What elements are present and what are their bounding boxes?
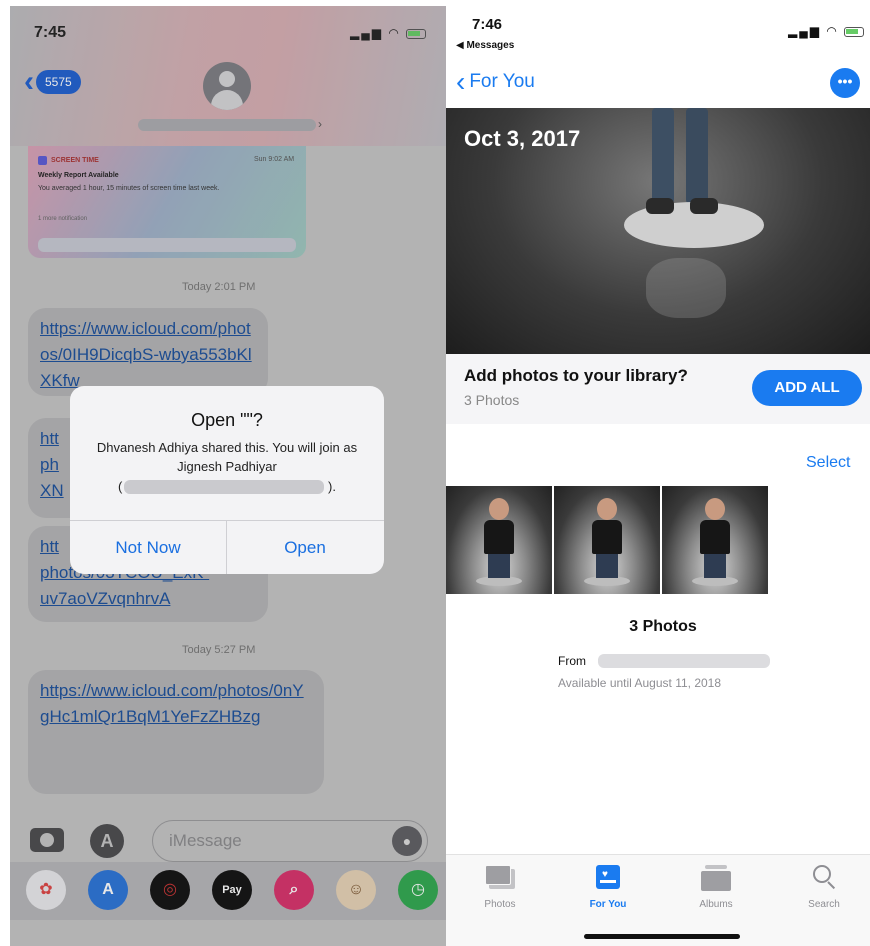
figure-head: [489, 498, 509, 520]
return-to-messages[interactable]: ◀ Messages: [456, 40, 514, 51]
photo-count: 3 Photos: [629, 618, 697, 635]
status-time: 7:46: [472, 16, 503, 33]
figure-body: [484, 520, 514, 554]
figure-shoe: [646, 198, 674, 214]
tab-label: Albums: [699, 899, 733, 910]
alert-email-redacted: [124, 480, 324, 494]
add-to-library-bar: Add photos to your library? 3 Photos ADD…: [446, 354, 870, 424]
open-button[interactable]: Open: [227, 521, 383, 574]
figure-shoe: [690, 198, 718, 214]
alert-message: Dhvanesh Adhiya shared this. You will jo…: [96, 440, 358, 474]
from-label: From: [558, 654, 586, 668]
search-icon: [809, 865, 839, 891]
for-you-back-button[interactable]: ‹ For You: [456, 68, 535, 96]
shared-album-cover[interactable]: Oct 3, 2017: [446, 108, 870, 354]
add-title: Add photos to your library?: [464, 366, 688, 385]
figure-head: [597, 498, 617, 520]
tab-label: For You: [589, 899, 627, 910]
photo-thumbnail[interactable]: [446, 486, 552, 594]
figure-legs: [596, 552, 618, 578]
select-button[interactable]: Select: [806, 454, 850, 472]
photo-grid: [446, 486, 776, 594]
tab-bar: Photos ♥ For You Albums Search: [446, 854, 870, 946]
tab-label: Search: [808, 899, 840, 910]
albums-tab-icon: [701, 865, 731, 891]
tab-photos[interactable]: Photos: [460, 865, 540, 910]
tab-albums[interactable]: Albums: [676, 865, 756, 910]
floor-reflection: [646, 258, 726, 318]
figure-head: [705, 498, 725, 520]
more-options-button[interactable]: •••: [830, 68, 860, 98]
chevron-left-icon: ‹: [456, 66, 466, 97]
figure-legs: [704, 552, 726, 578]
signal-icon: ▂▄▆: [788, 24, 821, 38]
photos-tab-icon: [485, 865, 515, 891]
figure-body: [700, 520, 730, 554]
add-all-button[interactable]: ADD ALL: [752, 370, 862, 406]
wifi-icon: ◠: [826, 24, 839, 38]
tab-label: Photos: [484, 899, 516, 910]
sender-redacted: [598, 654, 770, 668]
photo-thumbnail[interactable]: [662, 486, 768, 594]
messages-screen: 7:45 ▂▄▆ ◠ ‹ 5575 › SCREEN TIME Sun 9:02…: [10, 6, 446, 946]
album-date: Oct 3, 2017: [464, 126, 581, 151]
alert-paren-open: (: [118, 479, 123, 494]
figure-legs: [488, 552, 510, 578]
alert-title: Open ""?: [191, 410, 263, 430]
photos-screen: 7:46 ◀ Messages ▂▄▆ ◠ ‹ For You ••• Oct …: [446, 6, 870, 946]
add-subtitle: 3 Photos: [464, 392, 520, 408]
battery-icon: [844, 26, 865, 37]
figure-leg: [652, 108, 674, 204]
figure-leg: [686, 108, 708, 204]
alert-paren-close: ).: [328, 479, 336, 494]
not-now-button[interactable]: Not Now: [70, 521, 226, 574]
for-you-tab-icon: ♥: [593, 865, 623, 891]
back-label: For You: [469, 71, 535, 92]
tab-search[interactable]: Search: [784, 865, 864, 910]
photo-thumbnail[interactable]: [554, 486, 660, 594]
home-indicator[interactable]: [584, 934, 740, 939]
tab-for-you[interactable]: ♥ For You: [568, 865, 648, 910]
figure-body: [592, 520, 622, 554]
open-link-alert: Open ""? Dhvanesh Adhiya shared this. Yo…: [70, 386, 384, 574]
availability-note: Available until August 11, 2018: [558, 676, 722, 690]
status-icons: ▂▄▆ ◠: [788, 24, 865, 38]
